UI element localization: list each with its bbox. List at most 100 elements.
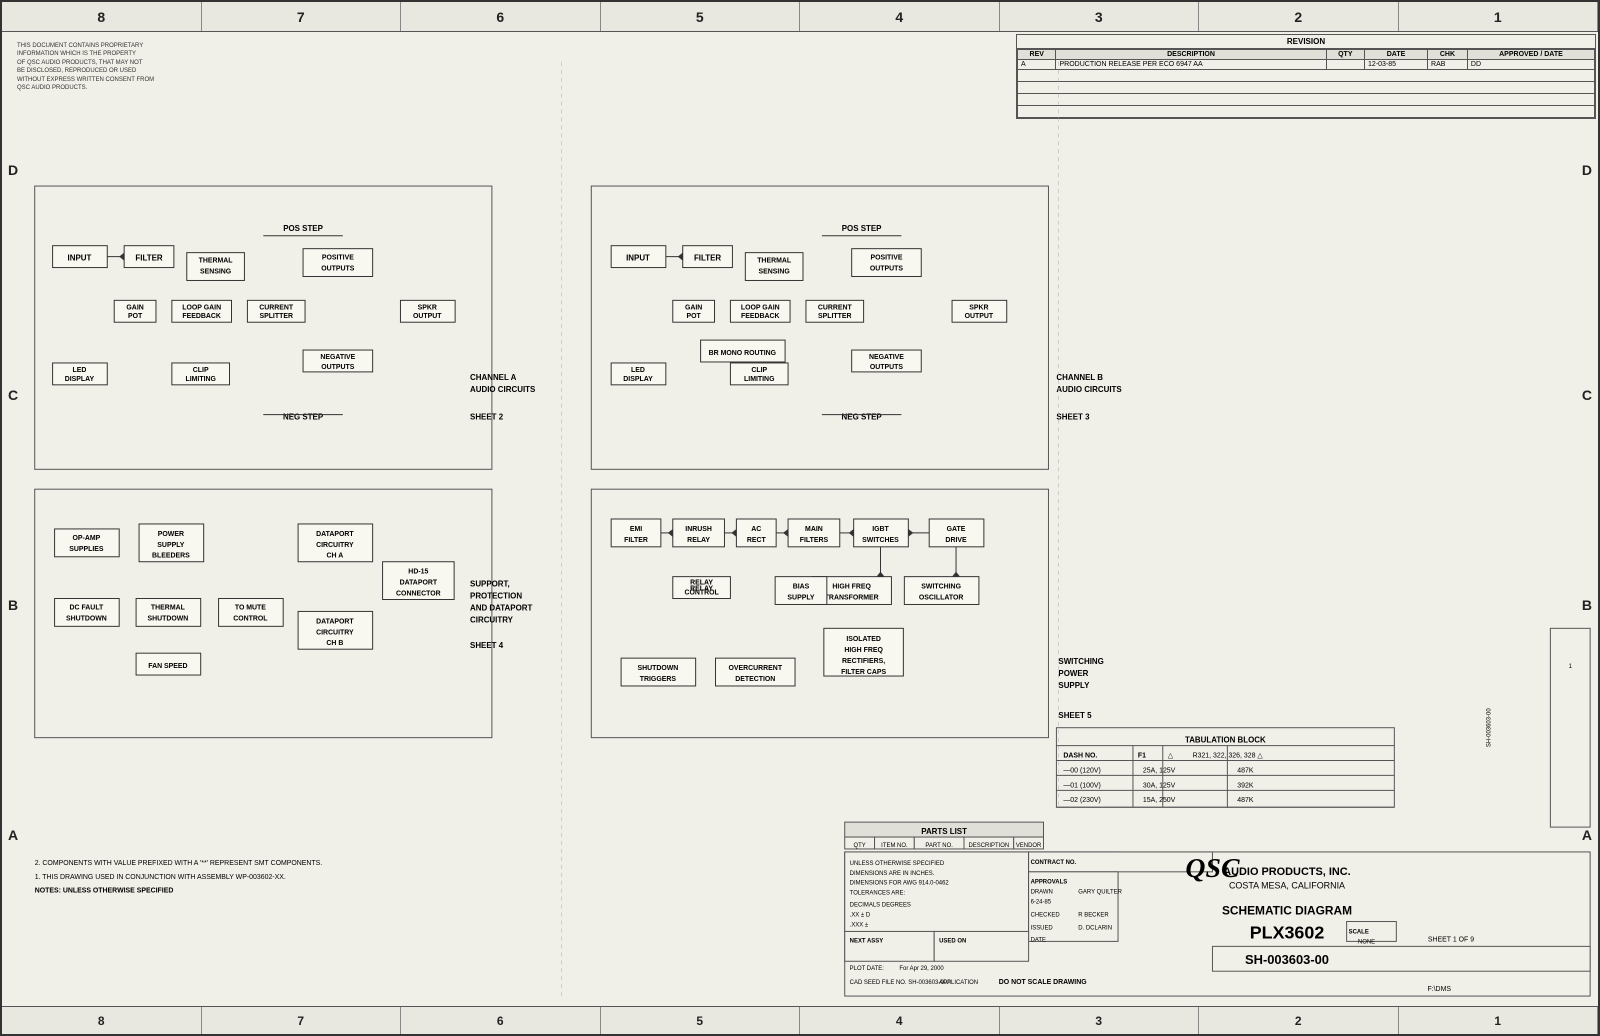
svg-text:SH-003603-00: SH-003603-00 bbox=[1487, 708, 1493, 747]
svg-text:LED: LED bbox=[631, 367, 645, 374]
svg-text:SHEET 2: SHEET 2 bbox=[470, 413, 504, 422]
svg-text:DATAPORT: DATAPORT bbox=[316, 618, 354, 625]
svg-text:INPUT: INPUT bbox=[626, 254, 650, 263]
svg-text:SUPPORT,: SUPPORT, bbox=[470, 580, 510, 589]
svg-text:OUTPUTS: OUTPUTS bbox=[870, 266, 904, 273]
svg-text:OVERCURRENT: OVERCURRENT bbox=[728, 665, 782, 672]
svg-text:CHECKED: CHECKED bbox=[1031, 913, 1061, 919]
svg-text:6-24-85: 6-24-85 bbox=[1031, 900, 1052, 906]
svg-text:SPKR: SPKR bbox=[969, 304, 988, 311]
svg-text:TABULATION BLOCK: TABULATION BLOCK bbox=[1185, 736, 1266, 745]
svg-text:LIMITING: LIMITING bbox=[185, 376, 215, 383]
svg-text:APPROVALS: APPROVALS bbox=[1031, 880, 1068, 886]
svg-text:CH B: CH B bbox=[326, 640, 343, 647]
bottom-col-5: 5 bbox=[601, 1007, 801, 1034]
svg-text:SENSING: SENSING bbox=[759, 269, 790, 276]
svg-text:487K: 487K bbox=[1237, 767, 1254, 774]
svg-text:APPLICATION: APPLICATION bbox=[939, 980, 978, 986]
bottom-col-7: 7 bbox=[202, 1007, 402, 1034]
svg-text:POT: POT bbox=[128, 313, 143, 320]
svg-text:TRANSFORMER: TRANSFORMER bbox=[825, 595, 879, 602]
svg-text:CONNECTOR: CONNECTOR bbox=[396, 591, 441, 598]
svg-text:FILTER: FILTER bbox=[624, 537, 648, 544]
col-4: 4 bbox=[800, 2, 1000, 31]
svg-text:USED ON: USED ON bbox=[939, 938, 966, 944]
svg-text:TRIGGERS: TRIGGERS bbox=[640, 676, 677, 683]
svg-text:CHANNEL B: CHANNEL B bbox=[1056, 373, 1103, 382]
svg-text:OUTPUTS: OUTPUTS bbox=[870, 364, 904, 371]
svg-text:IGBT: IGBT bbox=[872, 526, 889, 533]
main-container: 8 7 6 5 4 3 2 1 D C B A D C B A THIS DOC… bbox=[0, 0, 1600, 1036]
svg-text:VENDOR: VENDOR bbox=[1016, 843, 1042, 849]
svg-text:OUTPUT: OUTPUT bbox=[965, 313, 994, 320]
svg-text:GAIN: GAIN bbox=[685, 304, 702, 311]
svg-text:392K: 392K bbox=[1237, 782, 1254, 789]
svg-text:PLOT DATE:: PLOT DATE: bbox=[850, 966, 885, 972]
svg-text:FILTER: FILTER bbox=[135, 254, 162, 263]
svg-text:DATAPORT: DATAPORT bbox=[316, 531, 354, 538]
svg-text:AC: AC bbox=[751, 526, 761, 533]
svg-text:CLIP: CLIP bbox=[193, 367, 209, 374]
svg-text:CIRCUITRY: CIRCUITRY bbox=[316, 629, 354, 636]
svg-text:SUPPLIES: SUPPLIES bbox=[69, 546, 104, 553]
svg-text:DIMENSIONS ARE IN INCHES.: DIMENSIONS ARE IN INCHES. bbox=[850, 871, 935, 877]
svg-text:NEGATIVE: NEGATIVE bbox=[320, 354, 355, 361]
svg-text:△: △ bbox=[1168, 753, 1174, 760]
svg-text:DECIMALS DEGREES: DECIMALS DEGREES bbox=[850, 903, 911, 909]
svg-text:1. THIS DRAWING USED IN CONJUN: 1. THIS DRAWING USED IN CONJUNCTION WITH… bbox=[35, 874, 286, 881]
svg-text:CONTROL: CONTROL bbox=[684, 590, 719, 597]
svg-text:DO NOT SCALE DRAWING: DO NOT SCALE DRAWING bbox=[999, 979, 1087, 986]
bottom-row: 8 7 6 5 4 3 2 1 bbox=[2, 1006, 1598, 1034]
svg-text:—02 (230V): —02 (230V) bbox=[1063, 797, 1100, 804]
svg-text:FILTER: FILTER bbox=[694, 254, 721, 263]
svg-text:.XX ± D: .XX ± D bbox=[850, 913, 871, 919]
svg-text:SHEET 1 OF 9: SHEET 1 OF 9 bbox=[1428, 936, 1474, 943]
svg-text:For Apr 29, 2000: For Apr 29, 2000 bbox=[899, 966, 944, 972]
svg-text:NONE: NONE bbox=[1358, 939, 1375, 945]
svg-text:DC FAULT: DC FAULT bbox=[69, 604, 104, 611]
svg-text:OUTPUT: OUTPUT bbox=[413, 313, 442, 320]
svg-text:AND DATAPORT: AND DATAPORT bbox=[470, 603, 532, 612]
svg-text:DIMENSIONS FOR AWG 914.0-0462: DIMENSIONS FOR AWG 914.0-0462 bbox=[850, 881, 950, 887]
svg-text:PART NO.: PART NO. bbox=[925, 843, 953, 849]
svg-text:NEG STEP: NEG STEP bbox=[842, 413, 883, 422]
svg-text:BIAS: BIAS bbox=[793, 584, 810, 591]
svg-text:25A, 125V: 25A, 125V bbox=[1143, 767, 1176, 774]
svg-text:CLIP: CLIP bbox=[751, 367, 767, 374]
svg-text:INPUT: INPUT bbox=[68, 254, 92, 263]
svg-text:OUTPUTS: OUTPUTS bbox=[321, 266, 355, 273]
svg-text:NEG STEP: NEG STEP bbox=[283, 413, 324, 422]
svg-text:.XXX ±: .XXX ± bbox=[850, 922, 869, 928]
svg-text:DISPLAY: DISPLAY bbox=[623, 376, 653, 383]
svg-text:COSTA MESA, CALIFORNIA: COSTA MESA, CALIFORNIA bbox=[1229, 881, 1345, 891]
svg-text:SWITCHING: SWITCHING bbox=[1058, 657, 1103, 666]
svg-text:SHEET 4: SHEET 4 bbox=[470, 641, 504, 650]
svg-text:DETECTION: DETECTION bbox=[735, 676, 775, 683]
svg-text:SENSING: SENSING bbox=[200, 269, 231, 276]
svg-text:GATE: GATE bbox=[947, 526, 966, 533]
svg-text:AUDIO CIRCUITS: AUDIO CIRCUITS bbox=[1056, 385, 1121, 394]
svg-text:HIGH FREQ: HIGH FREQ bbox=[844, 647, 883, 654]
svg-text:R BECKER: R BECKER bbox=[1078, 913, 1109, 919]
bottom-col-3: 3 bbox=[1000, 1007, 1200, 1034]
svg-text:SH-003603-00: SH-003603-00 bbox=[1245, 952, 1329, 967]
svg-text:BLEEDERS: BLEEDERS bbox=[152, 553, 190, 560]
svg-text:LIMITING: LIMITING bbox=[744, 376, 774, 383]
svg-text:RECT: RECT bbox=[747, 537, 767, 544]
svg-text:POS STEP: POS STEP bbox=[283, 224, 323, 233]
svg-text:OUTPUTS: OUTPUTS bbox=[321, 364, 355, 371]
svg-text:EMI: EMI bbox=[630, 526, 642, 533]
col-5: 5 bbox=[601, 2, 801, 31]
svg-text:PLX3602: PLX3602 bbox=[1250, 922, 1325, 942]
svg-text:SCHEMATIC DIAGRAM: SCHEMATIC DIAGRAM bbox=[1222, 904, 1352, 918]
svg-text:CURRENT: CURRENT bbox=[259, 304, 294, 311]
svg-text:AUDIO PRODUCTS, INC.: AUDIO PRODUCTS, INC. bbox=[1223, 866, 1350, 878]
svg-text:—01 (100V): —01 (100V) bbox=[1063, 782, 1100, 789]
svg-text:30A, 125V: 30A, 125V bbox=[1143, 782, 1176, 789]
svg-text:GAIN: GAIN bbox=[126, 304, 143, 311]
col-2: 2 bbox=[1199, 2, 1399, 31]
svg-text:2. COMPONENTS WITH VALUE PREFI: 2. COMPONENTS WITH VALUE PREFIXED WITH A… bbox=[35, 860, 323, 867]
svg-text:SHEET 5: SHEET 5 bbox=[1058, 711, 1092, 720]
svg-text:SUPPLY: SUPPLY bbox=[787, 595, 814, 602]
svg-text:POS STEP: POS STEP bbox=[842, 224, 882, 233]
